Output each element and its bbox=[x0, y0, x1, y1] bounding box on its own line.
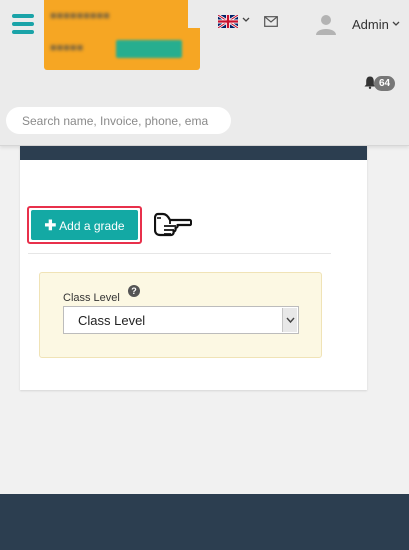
class-level-selected-value: Class Level bbox=[78, 313, 146, 328]
pointing-hand-icon bbox=[154, 212, 192, 237]
plus-icon: ✚ bbox=[44, 217, 57, 233]
user-name-label[interactable]: Admin bbox=[352, 17, 389, 32]
question-circle-icon[interactable]: ? bbox=[128, 285, 140, 297]
search-input[interactable] bbox=[6, 107, 231, 134]
blurred-notice-button bbox=[116, 40, 182, 58]
add-grade-button[interactable]: ✚ Add a grade bbox=[31, 210, 138, 240]
card-header-bar bbox=[20, 146, 367, 160]
content-card: ✚ Add a grade Class Level ? Class Level bbox=[20, 146, 367, 390]
footer-bar bbox=[0, 494, 409, 550]
notification-count-badge: 64 bbox=[374, 76, 396, 91]
envelope-icon[interactable] bbox=[264, 16, 278, 27]
select-chevron-icon[interactable] bbox=[282, 308, 297, 332]
divider bbox=[28, 253, 331, 254]
class-level-select[interactable]: Class Level bbox=[63, 306, 299, 334]
class-level-label: Class Level bbox=[63, 292, 120, 304]
user-avatar-icon[interactable] bbox=[315, 13, 337, 35]
add-grade-label: Add a grade bbox=[59, 219, 125, 233]
user-menu-chevron-icon[interactable] bbox=[392, 21, 400, 27]
language-chevron-icon[interactable] bbox=[242, 17, 250, 23]
highlight-frame: ✚ Add a grade bbox=[27, 206, 142, 244]
top-bar: ■■■■■■■■■ ■■■■■ Admin 64 bbox=[0, 0, 409, 146]
filter-panel: Class Level ? Class Level bbox=[39, 272, 322, 358]
hamburger-menu-icon[interactable] bbox=[12, 14, 34, 34]
blurred-notice-banner: ■■■■■■■■■ ■■■■■ bbox=[44, 0, 200, 70]
uk-flag-icon[interactable] bbox=[218, 15, 238, 28]
